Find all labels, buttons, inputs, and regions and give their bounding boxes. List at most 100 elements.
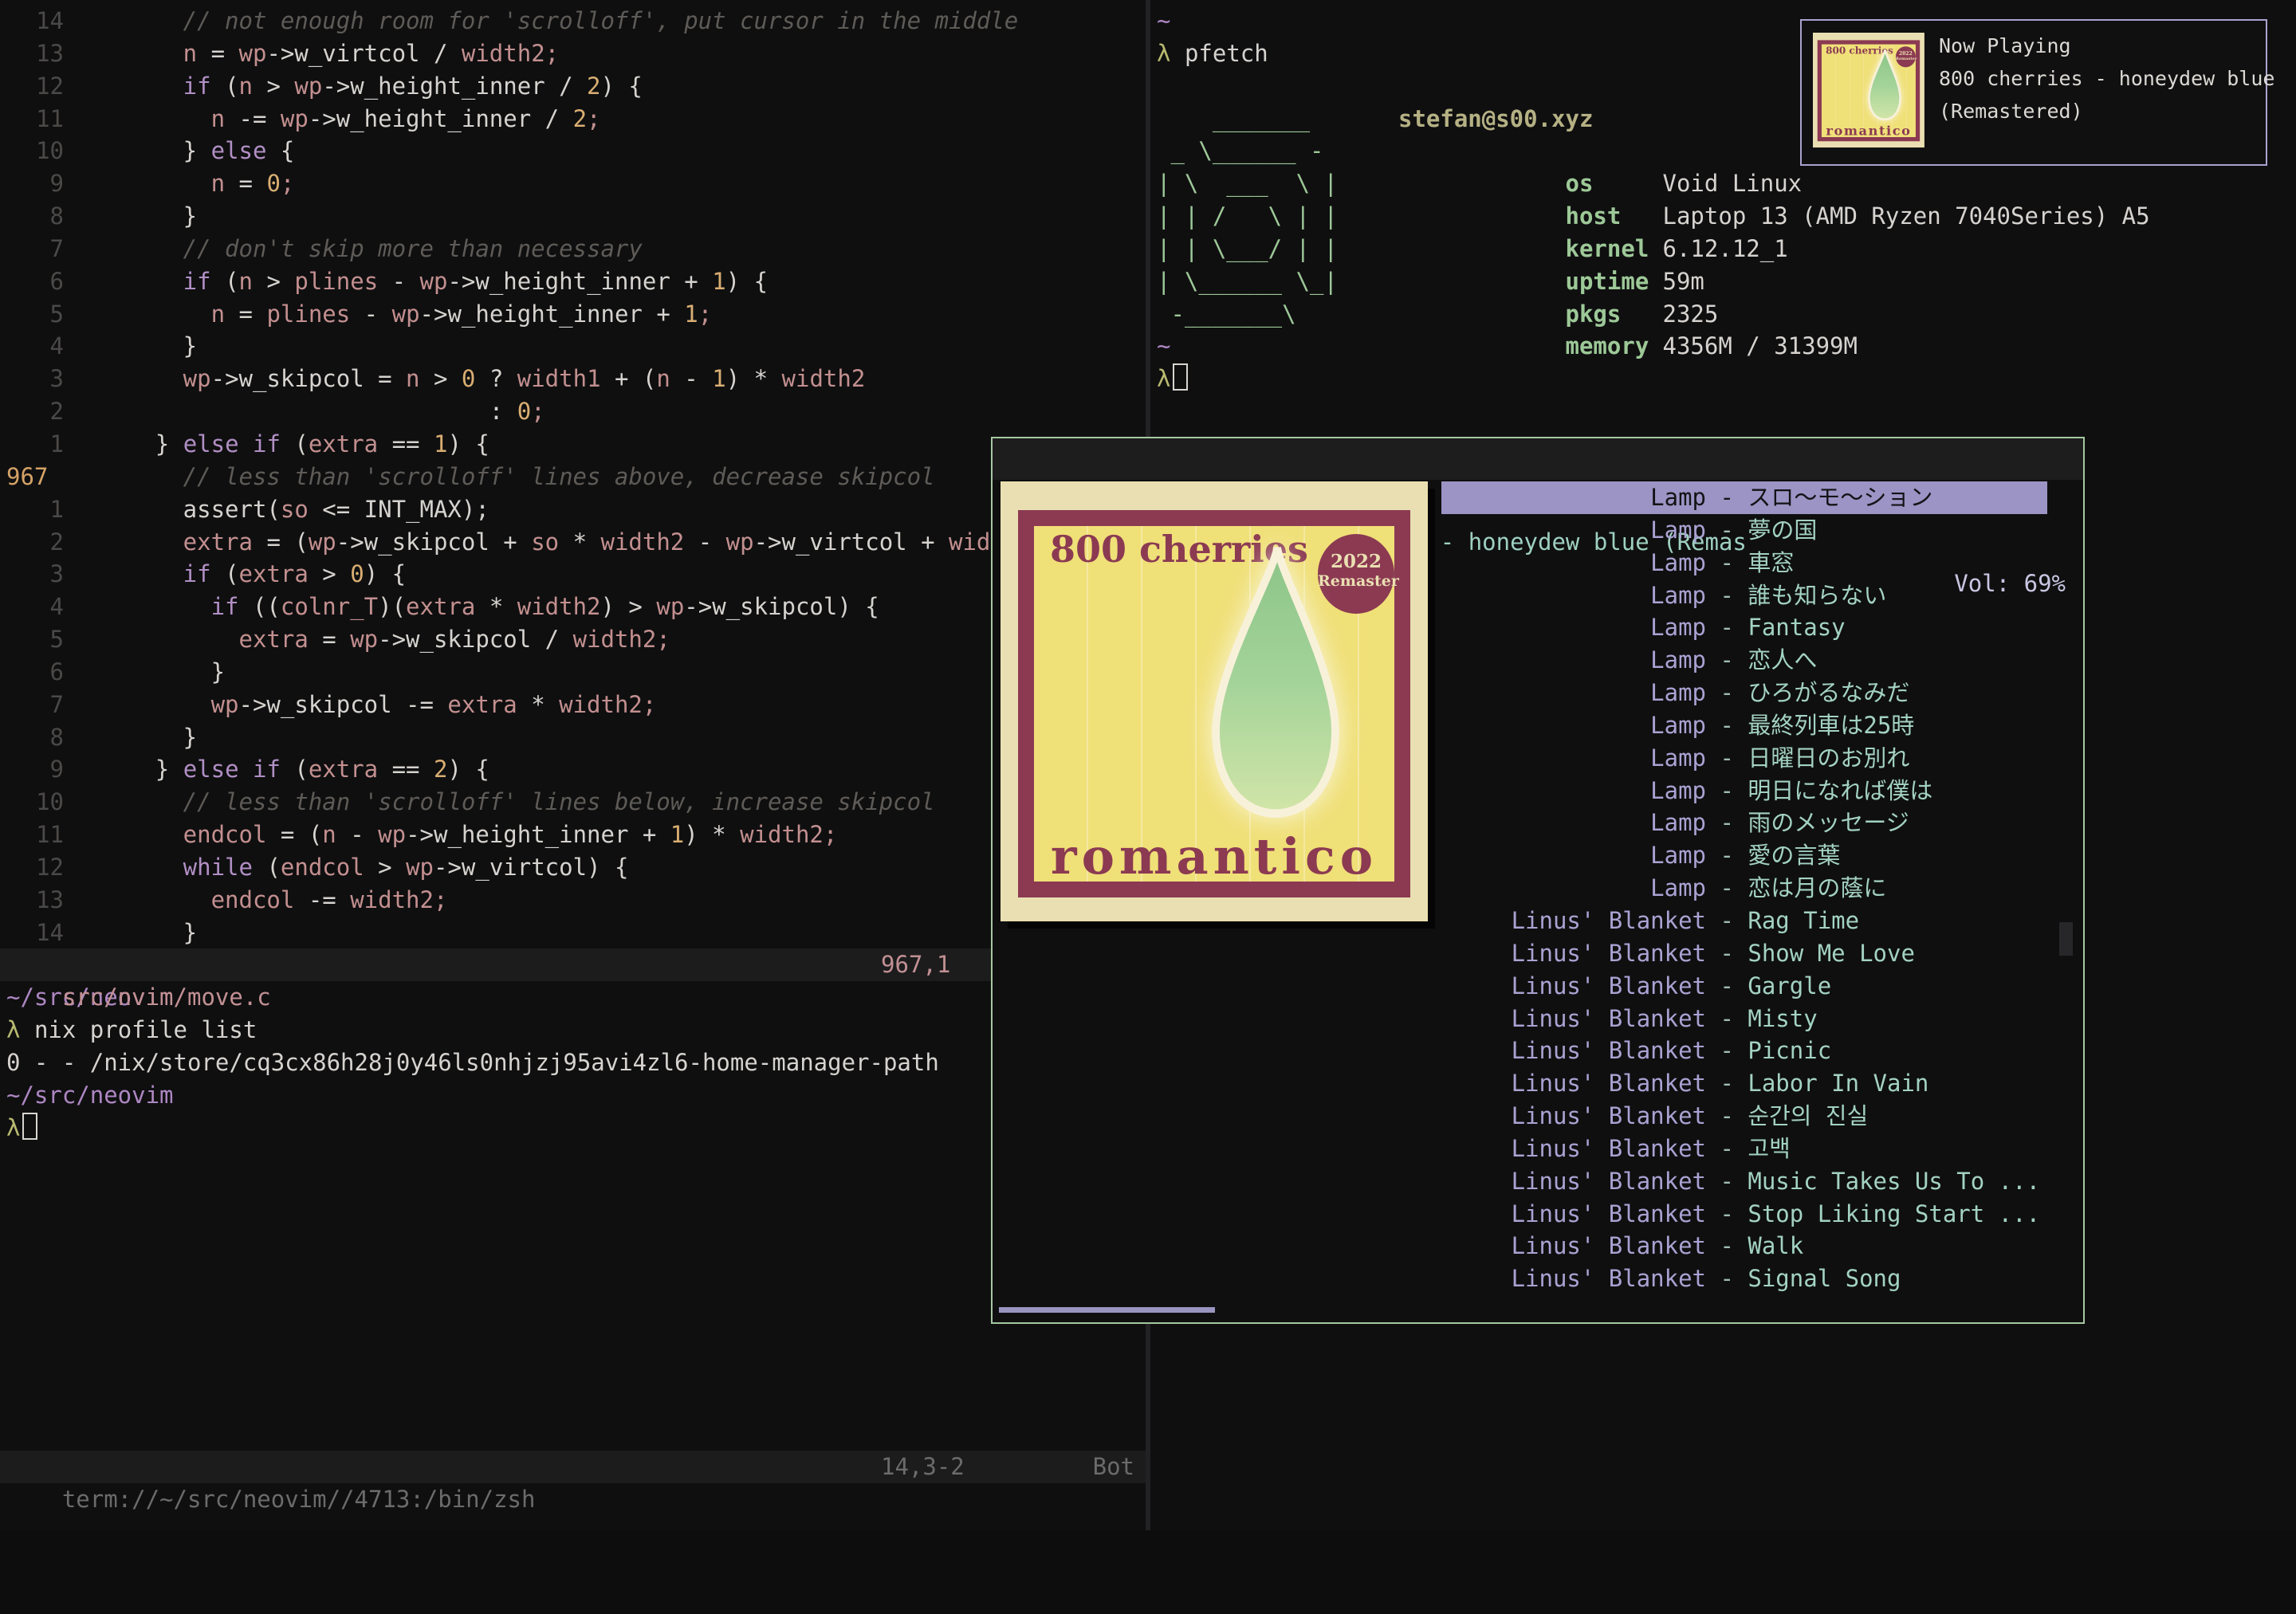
playlist-separator: - xyxy=(1706,839,1748,872)
playlist-row[interactable]: Lamp - 誰も知らない xyxy=(1441,579,2047,612)
code-line[interactable]: 11 n -= wp->w_height_inner / 2; xyxy=(0,103,1146,135)
playlist-row[interactable]: Linus' Blanket - Show Me Love xyxy=(1441,937,2047,970)
code-line[interactable]: 14 } xyxy=(0,917,1146,949)
playlist-artist: Linus' Blanket xyxy=(1441,1165,1706,1198)
line-number: 4 xyxy=(6,591,64,623)
line-number: 14 xyxy=(6,5,64,37)
code-line[interactable]: 12 if (n > wp->w_height_inner / 2) { xyxy=(0,70,1146,103)
code-line[interactable]: 6 } xyxy=(0,656,1146,689)
line-number: 6 xyxy=(6,265,64,298)
code-line[interactable]: 967 // less than 'scrolloff' lines above… xyxy=(0,461,1146,493)
code-line[interactable]: 7 // don't skip more than necessary xyxy=(0,233,1146,265)
code-line[interactable]: 5 n = plines - wp->w_height_inner + 1; xyxy=(0,298,1146,331)
line-number: 2 xyxy=(6,395,64,428)
playlist-row[interactable]: Lamp - 愛の言葉 xyxy=(1441,839,2047,872)
code-line[interactable]: 7 wp->w_skipcol -= extra * width2; xyxy=(0,689,1146,721)
playlist-row[interactable]: Linus' Blanket - Stop Liking Start ... xyxy=(1441,1198,2047,1231)
code-line[interactable]: 4 if ((colnr_T)(extra * width2) > wp->w_… xyxy=(0,591,1146,623)
playlist-row[interactable]: Lamp - 日曜日のお別れ xyxy=(1441,742,2047,775)
playlist-separator: - xyxy=(1706,514,1748,547)
code-line[interactable]: 10 // less than 'scrolloff' lines below,… xyxy=(0,786,1146,819)
nvim-terminal-pane[interactable]: 14 // not enough room for 'scrolloff', p… xyxy=(0,0,1146,1530)
line-number: 1 xyxy=(6,493,64,526)
playlist-row[interactable]: Linus' Blanket - Misty xyxy=(1441,1003,2047,1035)
playlist-separator: - xyxy=(1706,709,1748,742)
playlist-row[interactable]: Lamp - 車窓 xyxy=(1441,547,2047,579)
line-number: 7 xyxy=(6,233,64,265)
line-number: 11 xyxy=(6,103,64,135)
pfetch-field-label: pkgs xyxy=(1566,298,1663,331)
code-line[interactable]: 3 wp->w_skipcol = n > 0 ? width1 + (n - … xyxy=(0,363,1146,395)
playlist-scrollbar[interactable] xyxy=(2059,922,2073,956)
code-line[interactable]: 8 } xyxy=(0,721,1146,754)
playlist-row[interactable]: Lamp - 恋人へ xyxy=(1441,644,2047,677)
playlist-row[interactable]: Lamp - 雨のメッセージ xyxy=(1441,807,2047,839)
playlist-row[interactable]: Linus' Blanket - 순간의 진실 xyxy=(1441,1100,2047,1133)
code-line[interactable]: 14 // not enough room for 'scrolloff', p… xyxy=(0,5,1146,37)
pfetch-field-value: Laptop 13 (AMD Ryzen 7040Series) A5 xyxy=(1663,202,2150,230)
code-line[interactable]: 6 if (n > plines - wp->w_height_inner + … xyxy=(0,265,1146,298)
playlist-song-title: Music Takes Us To ... xyxy=(1748,1165,2040,1198)
code-line[interactable]: 9 n = 0; xyxy=(0,167,1146,200)
code-line[interactable]: 1 assert(so <= INT_MAX); xyxy=(0,493,1146,526)
playlist-artist: Lamp xyxy=(1441,481,1706,514)
code-line[interactable]: 11 endcol = (n - wp->w_height_inner + 1)… xyxy=(0,819,1146,851)
terminal-cursor[interactable] xyxy=(1173,363,1188,391)
playlist-row[interactable]: Linus' Blanket - Walk xyxy=(1441,1230,2047,1263)
now-playing-notification[interactable]: 800 cherries 2022 Remaster romantico Now… xyxy=(1800,19,2267,166)
code-line[interactable]: 4 } xyxy=(0,330,1146,363)
playlist-row[interactable]: Lamp - 明日になれば僕は xyxy=(1441,775,2047,807)
playlist-separator: - xyxy=(1706,742,1748,775)
code-buffer[interactable]: 14 // not enough room for 'scrolloff', p… xyxy=(0,0,1146,948)
playlist-row[interactable]: Linus' Blanket - Music Takes Us To ... xyxy=(1441,1165,2047,1198)
playlist-row[interactable]: Linus' Blanket - Gargle xyxy=(1441,970,2047,1003)
playlist-row[interactable]: Lamp - スロ〜モ〜ション xyxy=(1441,481,2047,514)
shell-command: pfetch xyxy=(1185,40,1268,67)
code-line[interactable]: 12 while (endcol > wp->w_virtcol) { xyxy=(0,851,1146,884)
shell-cwd: ~ xyxy=(1157,332,1170,359)
code-line[interactable]: 8 } xyxy=(0,200,1146,233)
track-progress-bar[interactable] xyxy=(999,1307,1215,1313)
playlist-song-title: 恋は月の蔭に xyxy=(1748,872,1886,905)
playlist-row[interactable]: Linus' Blanket - 고백 xyxy=(1441,1133,2047,1165)
empty-buffer-space xyxy=(0,1145,1146,1451)
playlist-row[interactable]: Linus' Blanket - Picnic xyxy=(1441,1035,2047,1067)
playlist-row[interactable]: Lamp - ひろがるなみだ xyxy=(1441,677,2047,709)
music-player-window[interactable]: [Playing] herries - honeydew blue (Remas… xyxy=(991,437,2085,1324)
playlist-artist: Linus' Blanket xyxy=(1441,1067,1706,1100)
playlist-row[interactable]: Lamp - 夢の国 xyxy=(1441,514,2047,547)
playlist-song-title: 순간의 진실 xyxy=(1748,1100,1868,1133)
code-line[interactable]: 9 } else if (extra == 2) { xyxy=(0,753,1146,786)
playlist-row[interactable]: Lamp - 恋は月の蔭に xyxy=(1441,872,2047,905)
playlist-artist: Linus' Blanket xyxy=(1441,1003,1706,1035)
code-line[interactable]: 13 n = wp->w_virtcol / width2; xyxy=(0,37,1146,70)
playlist-song-title: 最終列車は25時 xyxy=(1748,709,1914,742)
code-line[interactable]: 5 extra = wp->w_skipcol / width2; xyxy=(0,623,1146,656)
playlist-row[interactable]: Lamp - 最終列車は25時 xyxy=(1441,709,2047,742)
playlist-artist: Lamp xyxy=(1441,547,1706,579)
code-line[interactable]: 2 extra = (wp->w_skipcol + so * width2 -… xyxy=(0,526,1146,559)
playlist-song-title: 愛の言葉 xyxy=(1748,839,1840,872)
playlist-artist: Lamp xyxy=(1441,807,1706,839)
playlist-separator: - xyxy=(1706,644,1748,677)
playlist-song-title: Signal Song xyxy=(1748,1263,1901,1295)
terminal-cursor[interactable] xyxy=(22,1113,37,1140)
playlist-separator: - xyxy=(1706,872,1748,905)
playlist-row[interactable]: Lamp - Fantasy xyxy=(1441,611,2047,644)
line-number: 1 xyxy=(6,428,64,461)
code-line[interactable]: 3 if (extra > 0) { xyxy=(0,558,1146,591)
playlist-row[interactable]: Linus' Blanket - Labor In Vain xyxy=(1441,1067,2047,1100)
code-line[interactable]: 10 } else { xyxy=(0,135,1146,167)
playlist-song-title: 日曜日のお別れ xyxy=(1748,742,1909,775)
code-line[interactable]: 13 endcol -= width2; xyxy=(0,884,1146,917)
line-number: 14 xyxy=(6,917,64,949)
playlist-row[interactable]: Linus' Blanket - Signal Song xyxy=(1441,1263,2047,1295)
shell-cwd: ~/src/neovim xyxy=(6,1082,174,1109)
code-line[interactable]: 2 : 0; xyxy=(0,395,1146,428)
playlist[interactable]: Lamp - スロ〜モ〜ション Lamp - 夢の国 Lamp - 車窓 Lam… xyxy=(1441,481,2047,1295)
playlist-row[interactable]: Linus' Blanket - Rag Time xyxy=(1441,905,2047,937)
pfetch-field-label: uptime xyxy=(1566,265,1663,298)
code-line[interactable]: 1 } else if (extra == 1) { xyxy=(0,428,1146,461)
playlist-artist: Linus' Blanket xyxy=(1441,1230,1706,1263)
statusline-ruler: 967,1 xyxy=(881,948,950,981)
